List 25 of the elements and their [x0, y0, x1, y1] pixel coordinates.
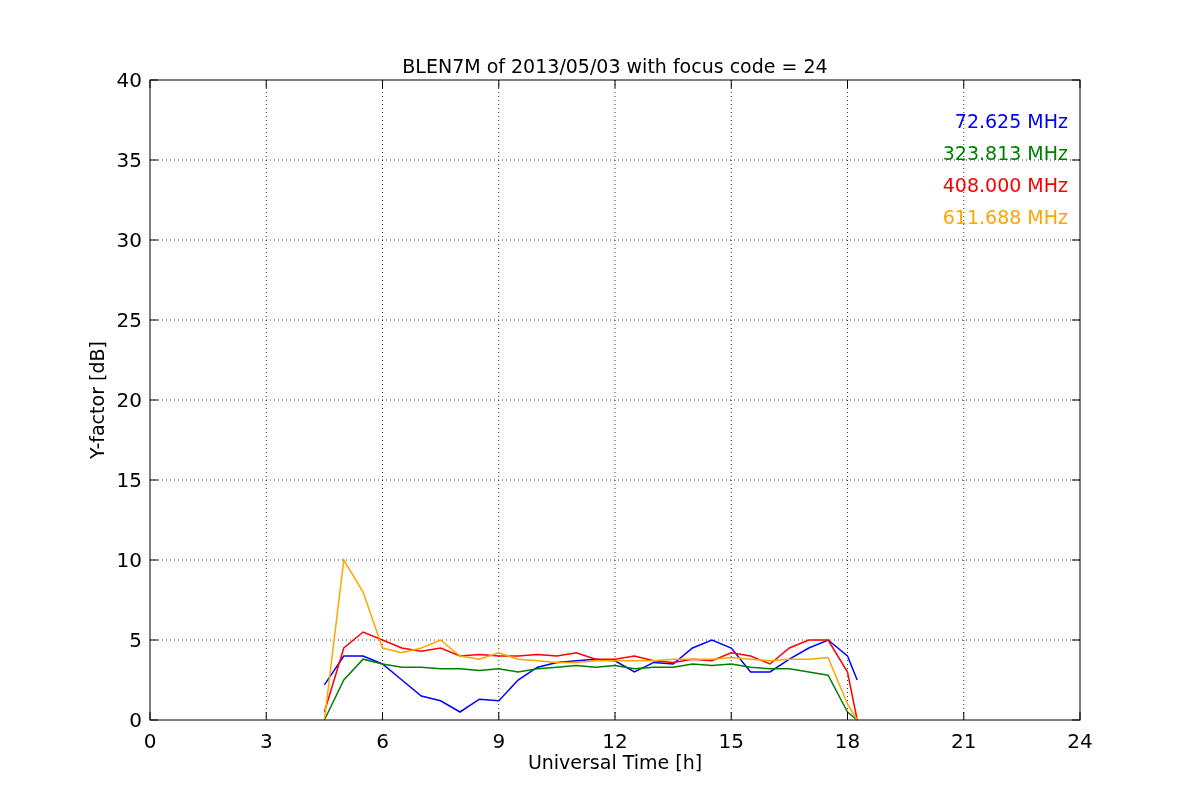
x-tick-label: 9: [492, 729, 506, 753]
y-tick-label: 25: [116, 308, 142, 332]
x-tick-label: 15: [718, 729, 744, 753]
x-tick-label: 21: [951, 729, 977, 753]
y-tick-label: 35: [116, 148, 142, 172]
x-tick-label: 12: [602, 729, 628, 753]
legend-label: 72.625 MHz: [954, 110, 1068, 132]
x-tick-label: 18: [834, 729, 861, 753]
x-tick-label: 0: [143, 729, 157, 753]
y-tick-label: 40: [116, 68, 142, 92]
y-tick-label: 20: [116, 388, 142, 412]
y-tick-label: 5: [129, 628, 142, 652]
y-tick-label: 0: [129, 708, 142, 732]
chart-title: BLEN7M of 2013/05/03 with focus code = 24: [402, 55, 828, 77]
y-tick-label: 15: [116, 468, 142, 492]
x-tick-label: 6: [376, 729, 389, 753]
y-axis-label: Y-factor [dB]: [86, 341, 108, 459]
x-tick-label: 3: [259, 729, 273, 753]
legend-label: 323.813 MHz: [942, 142, 1068, 164]
x-axis-label: Universal Time [h]: [527, 751, 703, 773]
legend-label: 408.000 MHz: [942, 174, 1068, 196]
y-tick-label: 30: [116, 228, 142, 252]
x-tick-label: 24: [1067, 729, 1093, 753]
y-tick-label: 10: [116, 548, 142, 572]
legend-label: 611.688 MHz: [942, 206, 1068, 228]
